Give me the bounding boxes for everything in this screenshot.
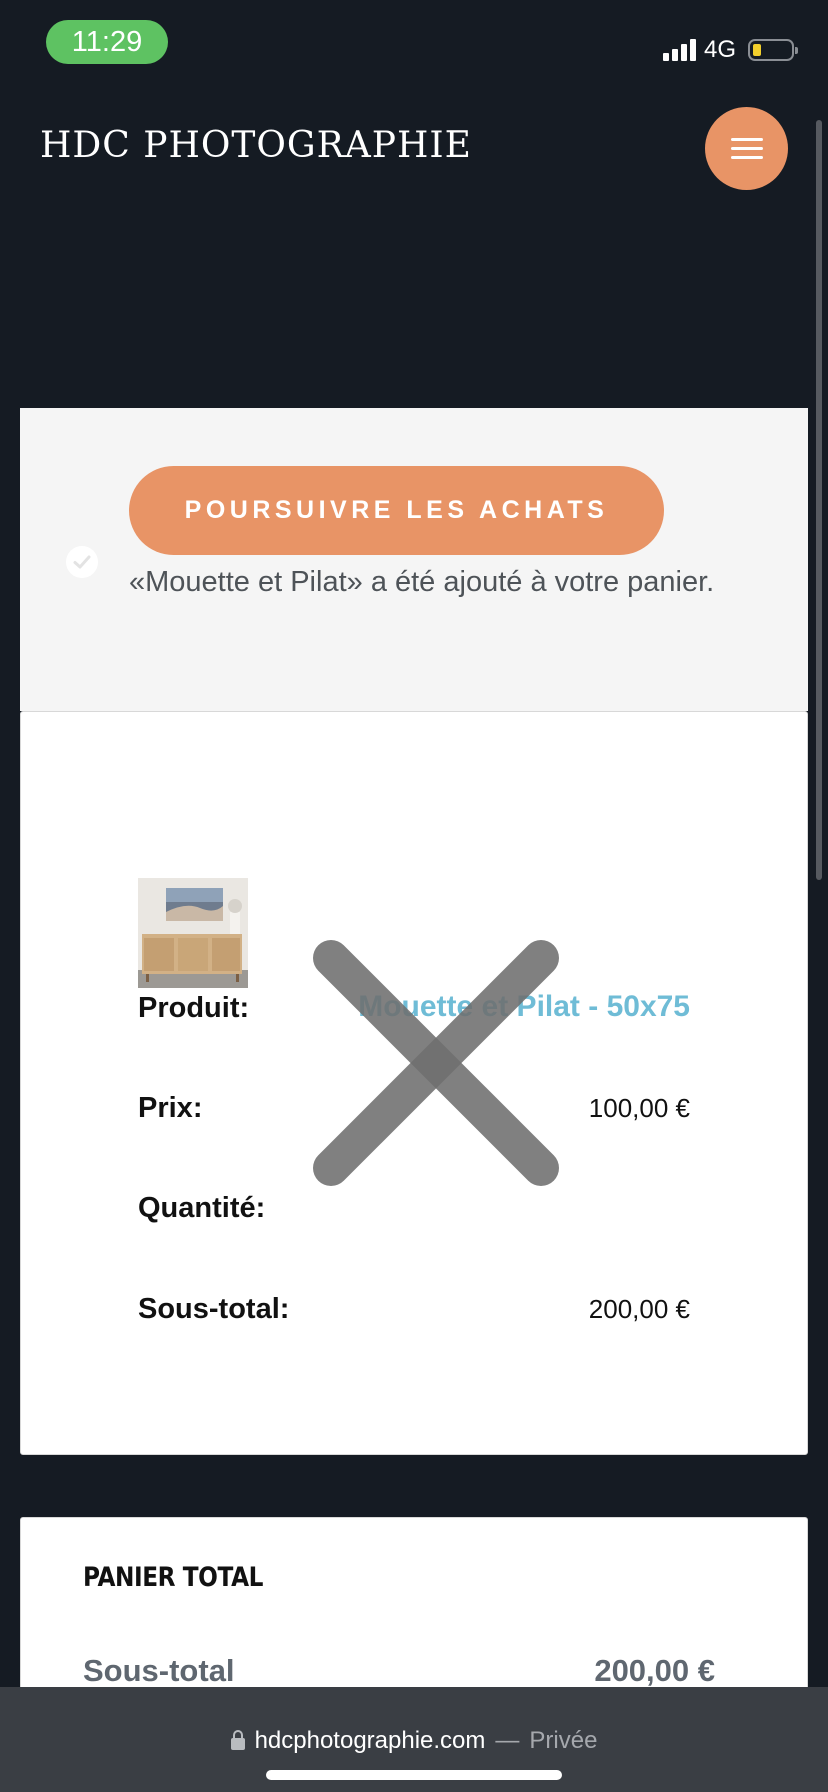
- hamburger-icon: [730, 138, 763, 159]
- home-indicator[interactable]: [266, 1770, 562, 1780]
- signal-icon: [662, 39, 696, 61]
- status-time-pill: 11:29: [46, 20, 168, 64]
- battery-level: [753, 44, 761, 56]
- network-label: 4G: [703, 36, 736, 63]
- lock-icon: [230, 1730, 245, 1750]
- url-separator: —: [495, 1727, 520, 1754]
- url-domain: hdcphotographie.com: [254, 1727, 486, 1754]
- cart-notice: POURSUIVRE LES ACHATS «Mouette et Pilat»…: [20, 408, 808, 711]
- cart-item-card: Produit: Mouette et Pilat - 50x75 Prix: …: [20, 711, 808, 1455]
- url-line[interactable]: hdcphotographie.com — Privée: [0, 1727, 828, 1755]
- remove-item-icon[interactable]: [301, 928, 571, 1198]
- notice-message: «Mouette et Pilat» a été ajouté à votre …: [129, 566, 715, 598]
- scrollbar[interactable]: [816, 120, 822, 880]
- subtotal-value: 200,00 €: [588, 1294, 690, 1324]
- totals-subtotal-value: 200,00 €: [594, 1653, 715, 1688]
- totals-subtotal-label: Sous-total: [83, 1653, 235, 1688]
- continue-shopping-button[interactable]: POURSUIVRE LES ACHATS: [129, 466, 664, 555]
- private-mode-label: Privée: [529, 1727, 598, 1754]
- product-label: Produit:: [138, 992, 250, 1024]
- product-thumbnail[interactable]: [138, 878, 248, 988]
- battery-icon: [748, 39, 798, 61]
- site-logo[interactable]: HDC PHOTOGRAPHIE: [40, 124, 472, 168]
- browser-address-bar[interactable]: hdcphotographie.com — Privée: [0, 1687, 828, 1792]
- price-label: Prix:: [138, 1092, 203, 1124]
- app-screen: 11:29 4G HDC PHOTOGRAPHIE POURSUIVRE LES…: [0, 0, 828, 1792]
- check-icon: [66, 546, 98, 578]
- quantity-label: Quantité:: [138, 1192, 266, 1224]
- product-thumbnail-image: [138, 878, 248, 988]
- cart-totals-title: PANIER TOTAL: [83, 1562, 263, 1593]
- menu-button[interactable]: [705, 107, 788, 190]
- status-indicators: 4G: [662, 36, 798, 64]
- subtotal-label: Sous-total:: [138, 1293, 290, 1325]
- price-value: 100,00 €: [588, 1093, 690, 1123]
